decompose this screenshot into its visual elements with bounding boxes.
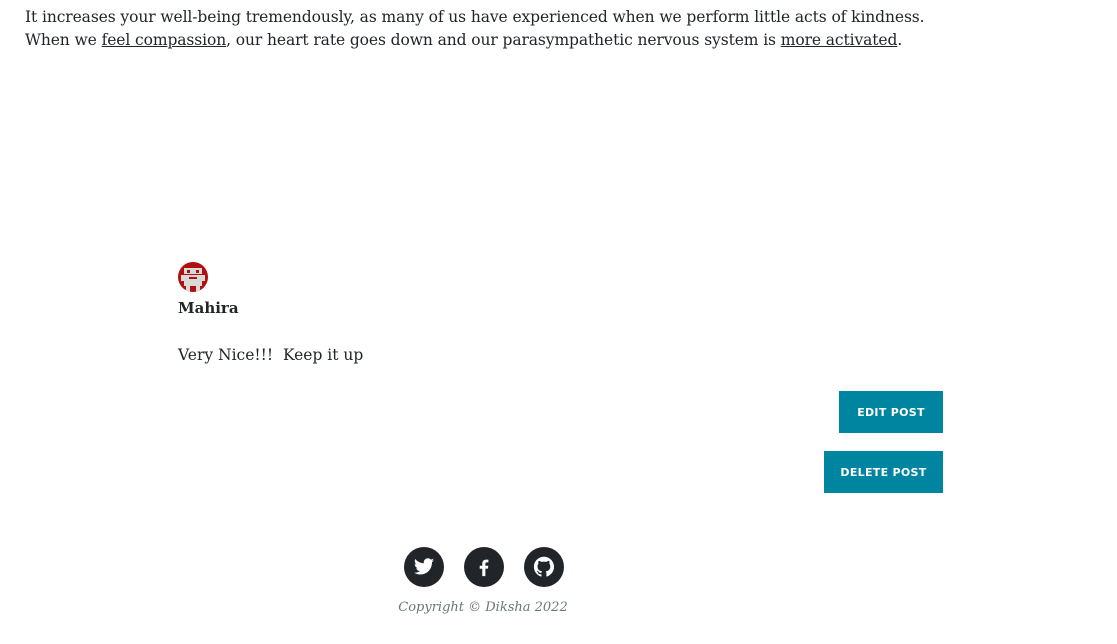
comment-author: Mahira — [178, 299, 239, 317]
github-icon — [533, 556, 554, 577]
github-link[interactable] — [524, 547, 564, 587]
post-text-part2: , our heart rate goes down and our paras… — [226, 31, 781, 49]
avatar — [178, 262, 208, 292]
comment-body: Very Nice!!! Keep it up — [178, 346, 364, 364]
facebook-icon — [479, 559, 489, 577]
post-text-part3: . — [897, 31, 903, 49]
avatar-image — [178, 262, 208, 292]
copyright: Copyright © Diksha 2022 — [398, 600, 568, 615]
more-activated-link[interactable]: more activated — [781, 31, 898, 49]
twitter-icon — [413, 558, 435, 575]
twitter-link[interactable] — [404, 547, 444, 587]
feel-compassion-link[interactable]: feel compassion — [102, 31, 227, 49]
delete-post-button[interactable]: Delete Post — [824, 451, 943, 493]
facebook-link[interactable] — [464, 547, 504, 587]
edit-post-button[interactable]: Edit Post — [839, 391, 943, 433]
post-paragraph: It increases your well-being tremendousl… — [25, 6, 945, 52]
comment: Mahira Very Nice!!! Keep it up — [178, 262, 938, 364]
